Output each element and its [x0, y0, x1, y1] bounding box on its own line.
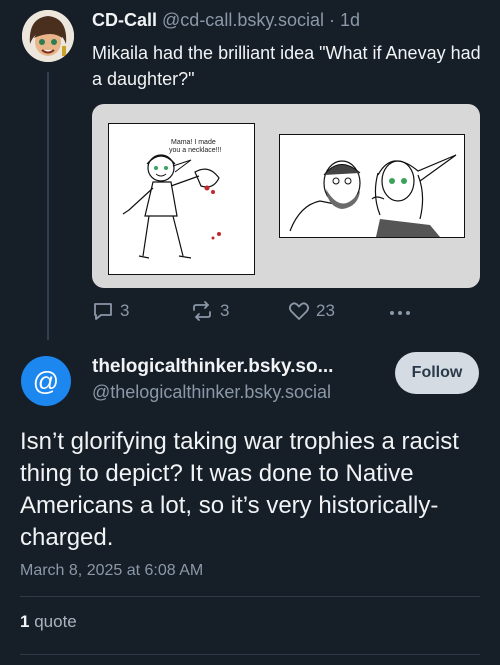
- cartoon-avatar-icon: [22, 10, 74, 62]
- divider: [20, 596, 480, 597]
- reply-post-text: Isn’t glorifying taking war trophies a r…: [20, 428, 459, 551]
- image-caption-line1: Mama! I made: [171, 139, 216, 146]
- heart-icon: [288, 302, 310, 320]
- reply-icon: [94, 303, 112, 320]
- thelogicalthinker-avatar[interactable]: @: [21, 356, 71, 406]
- thread-line: [47, 72, 49, 340]
- parent-post-text: Mikaila had the brilliant idea "What if …: [92, 43, 481, 89]
- child-necklace-sketch: Mama! I made you a necklace!!!: [122, 139, 222, 259]
- repost-icon: [193, 301, 211, 321]
- post-time[interactable]: 1d: [340, 10, 360, 30]
- post-header: CD-Call @cd-call.bsky.social · 1d: [92, 10, 360, 31]
- image-caption-line2: you a necklace!!!: [169, 147, 222, 154]
- repost-button[interactable]: 3: [190, 300, 229, 322]
- separator-dot: ·: [329, 10, 336, 30]
- quote-count: 1: [20, 612, 30, 631]
- divider: [20, 654, 480, 655]
- reply-author-name[interactable]: thelogicalthinker.bsky.so...: [92, 356, 333, 378]
- post-actions: 3 3 23: [92, 300, 422, 326]
- post-timestamp: March 8, 2025 at 6:08 AM: [20, 562, 204, 579]
- repost-count: 3: [220, 301, 230, 320]
- reply-author-handle[interactable]: @thelogicalthinker.bsky.social: [92, 382, 331, 403]
- follow-button[interactable]: Follow: [395, 352, 479, 394]
- cd-call-avatar[interactable]: [22, 10, 74, 62]
- reply-count: 3: [120, 301, 130, 320]
- like-button[interactable]: 23: [288, 300, 335, 322]
- more-dots-icon: [390, 311, 410, 315]
- post-image-1[interactable]: Mama! I made you a necklace!!!: [108, 123, 255, 275]
- reply-button[interactable]: 3: [92, 300, 129, 322]
- author-name[interactable]: CD-Call: [92, 10, 157, 30]
- author-handle[interactable]: @cd-call.bsky.social: [162, 10, 324, 30]
- quote-count-link[interactable]: 1 quote: [20, 612, 77, 632]
- like-count: 23: [316, 301, 335, 320]
- post-image-2[interactable]: [279, 134, 465, 238]
- quote-label: quote: [34, 612, 77, 631]
- more-options-button[interactable]: [388, 302, 412, 324]
- media-grid: Mama! I made you a necklace!!!: [92, 104, 480, 288]
- couple-sketch: [289, 154, 457, 237]
